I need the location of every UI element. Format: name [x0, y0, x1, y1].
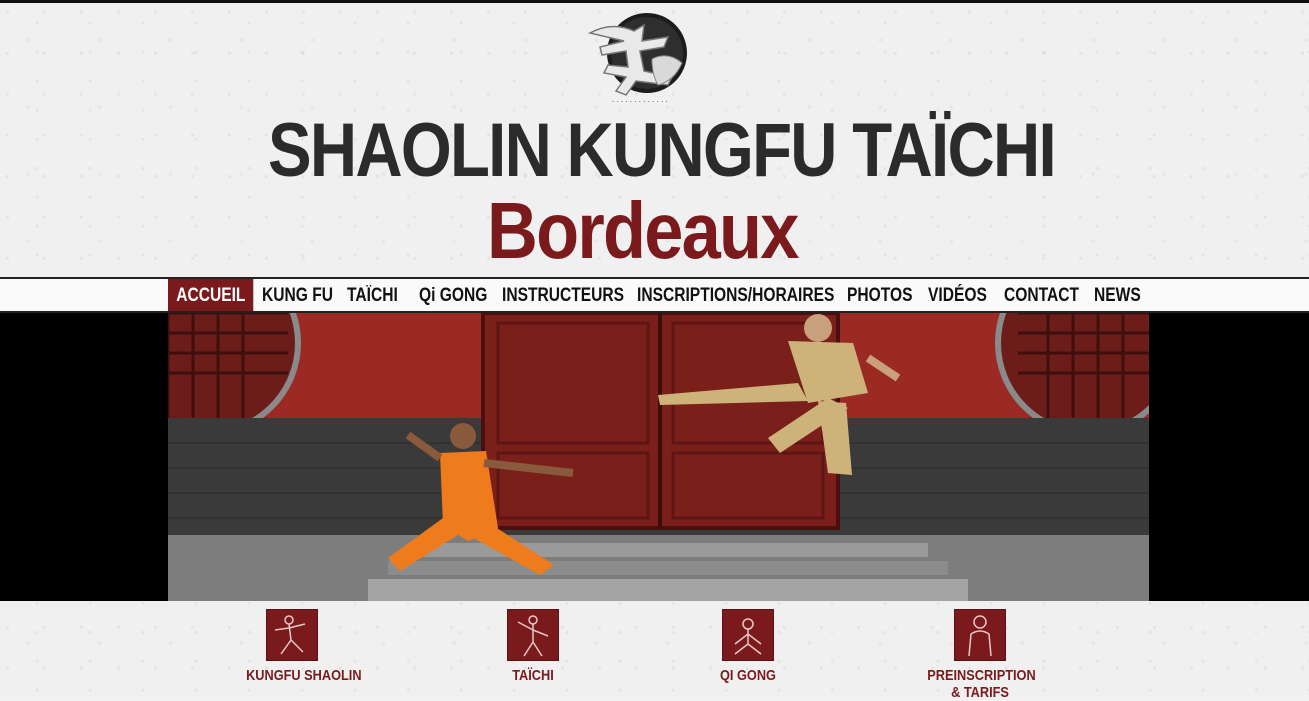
- site-title: SHAOLIN KUNGFU TAÏCHI: [268, 108, 1057, 193]
- site-city: Bordeaux: [487, 186, 799, 275]
- nav-item-taichi[interactable]: TAÏCHI: [347, 279, 398, 311]
- nav-item-accueil[interactable]: ACCUEIL: [168, 279, 254, 311]
- nav-item-instructeurs[interactable]: INSTRUCTEURS: [502, 279, 624, 311]
- feature-label-line2: & TARIFS: [951, 684, 1009, 701]
- feature-label: KUNGFU SHAOLIN: [246, 667, 362, 684]
- monk-figure-icon: [954, 609, 1006, 661]
- kungfu-figure-icon: [266, 609, 318, 661]
- feature-qi-gong[interactable]: QI GONG: [702, 609, 794, 684]
- feature-label: TAÏCHI: [512, 667, 554, 684]
- qigong-figure-icon: [722, 609, 774, 661]
- main-nav: ACCUEIL KUNG FU TAÏCHI Qi GONG INSTRUCTE…: [0, 277, 1309, 313]
- nav-item-photos[interactable]: PHOTOS: [847, 279, 913, 311]
- feature-label: QI GONG: [720, 667, 776, 684]
- features-section: KUNGFU SHAOLIN TAÏCHI QI GONG PREINSCRIP…: [0, 601, 1309, 701]
- svg-text:· · · · · · · · · · · · ·: · · · · · · · · · · · · ·: [612, 98, 668, 106]
- nav-item-inscriptions-horaires[interactable]: INSCRIPTIONS/HORAIRES: [637, 279, 834, 311]
- wu-logo-icon[interactable]: · · · · · · · · · · · · ·: [582, 11, 704, 109]
- nav-item-news[interactable]: NEWS: [1094, 279, 1141, 311]
- feature-taichi[interactable]: TAÏCHI: [486, 609, 580, 684]
- feature-preinscription-tarifs[interactable]: PREINSCRIPTION & TARIFS: [918, 609, 1042, 701]
- nav-item-contact[interactable]: CONTACT: [1004, 279, 1079, 311]
- hero-image: [168, 313, 1149, 601]
- feature-label-line1: PREINSCRIPTION: [927, 667, 1036, 684]
- feature-kungfu-shaolin[interactable]: KUNGFU SHAOLIN: [238, 609, 362, 684]
- nav-item-kung-fu[interactable]: KUNG FU: [262, 279, 333, 311]
- nav-item-videos[interactable]: VIDÉOS: [928, 279, 987, 311]
- site-header: · · · · · · · · · · · · · SHAOLIN KUNGFU…: [0, 3, 1309, 277]
- taichi-figure-icon: [507, 609, 559, 661]
- nav-item-qi-gong[interactable]: Qi GONG: [419, 279, 487, 311]
